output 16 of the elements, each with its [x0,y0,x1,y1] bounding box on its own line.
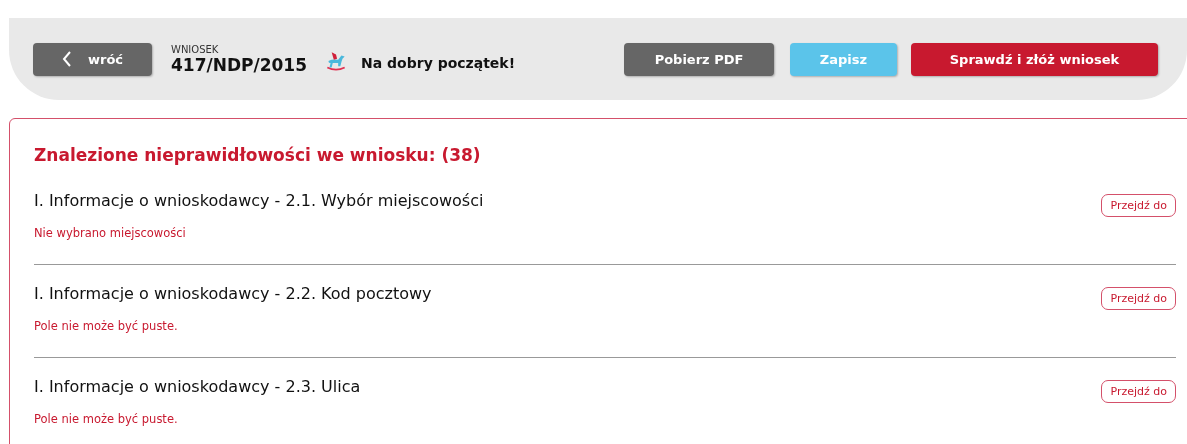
go-to-button[interactable]: Przejdź do [1101,193,1176,217]
panel-title: Znalezione nieprawidłowości we wniosku: (38) [34,145,482,165]
application-number: 417/NDP/2015 [171,54,308,75]
back-button[interactable]: wróć [33,42,152,76]
error-field-name: I. Informacje o wnioskodawcy - 2.1. Wybór miejscowości [34,190,484,210]
go-to-button[interactable]: Przejdź do [1101,286,1176,310]
application-label: WNIOSEK [171,43,220,55]
download-pdf-button[interactable]: Pobierz PDF [624,42,774,76]
error-field-name: I. Informacje o wnioskodawcy - 2.2. Kod pocztowy [34,283,432,303]
error-field-name: I. Informacje o wnioskodawcy - 2.3. Ulica [34,376,361,396]
error-message: Pole nie może być puste. [34,319,179,333]
submit-button[interactable]: Sprawdź i złóż wniosek [911,42,1158,76]
go-to-button[interactable]: Przejdź do [1101,379,1176,403]
error-message: Nie wybrano miejscowości [34,226,187,240]
error-message: Pole nie może być puste. [34,412,179,426]
program-name: Na dobry początek! [361,55,516,71]
